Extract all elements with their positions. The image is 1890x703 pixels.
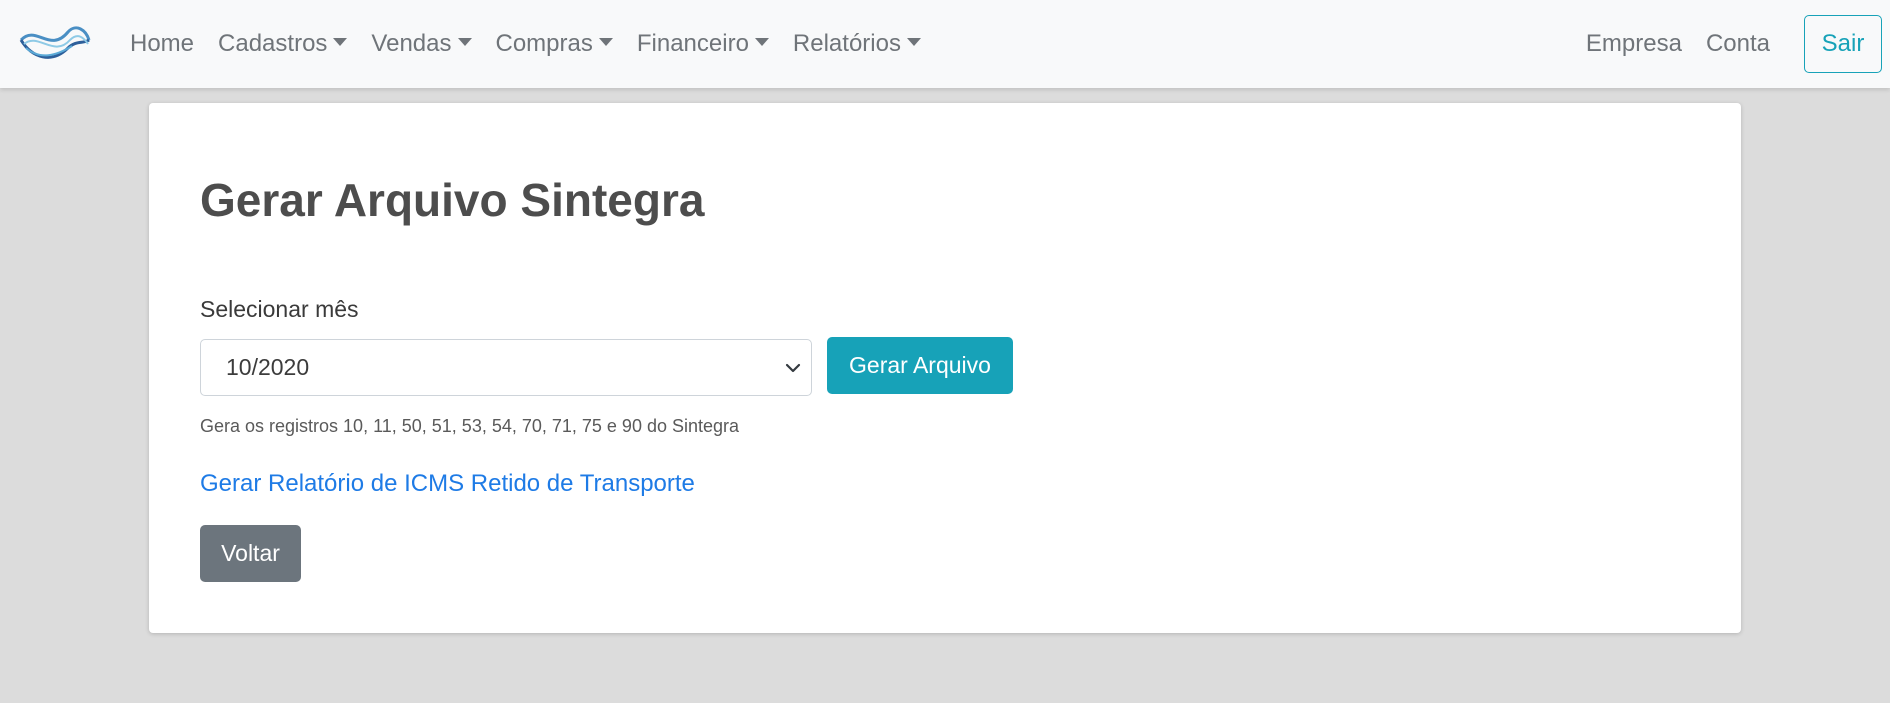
nav-vendas-label: Vendas bbox=[371, 30, 452, 57]
main-menu: Home Cadastros Vendas Compras Financeiro… bbox=[118, 0, 933, 88]
nav-financeiro[interactable]: Financeiro bbox=[625, 30, 781, 58]
month-select-label: Selecionar mês bbox=[200, 296, 359, 322]
nav-vendas[interactable]: Vendas bbox=[359, 30, 483, 58]
month-select[interactable]: 10/2020 bbox=[200, 339, 812, 396]
chevron-down-icon bbox=[785, 363, 801, 373]
sintegra-card: Gerar Arquivo Sintegra Selecionar mês 10… bbox=[149, 103, 1741, 633]
top-navbar: Home Cadastros Vendas Compras Financeiro… bbox=[0, 0, 1890, 88]
nav-conta[interactable]: Conta bbox=[1694, 30, 1782, 58]
caret-down-icon bbox=[754, 38, 769, 46]
wave-logo-icon[interactable] bbox=[18, 18, 92, 68]
nav-relatorios-label: Relatórios bbox=[792, 30, 901, 57]
help-text: Gera os registros 10, 11, 50, 51, 53, 54… bbox=[200, 416, 740, 436]
nav-home-label: Home bbox=[130, 30, 195, 57]
generate-file-button[interactable]: Gerar Arquivo bbox=[827, 337, 1013, 394]
back-button[interactable]: Voltar bbox=[200, 525, 301, 582]
caret-down-icon bbox=[333, 38, 348, 46]
caret-down-icon bbox=[457, 38, 472, 46]
nav-cadastros[interactable]: Cadastros bbox=[206, 30, 359, 58]
logout-button[interactable]: Sair bbox=[1804, 15, 1882, 73]
icms-report-link[interactable]: Gerar Relatório de ICMS Retido de Transp… bbox=[200, 470, 695, 498]
caret-down-icon bbox=[906, 38, 921, 46]
nav-financeiro-label: Financeiro bbox=[636, 30, 749, 57]
nav-cadastros-label: Cadastros bbox=[218, 30, 328, 57]
nav-compras[interactable]: Compras bbox=[484, 30, 625, 58]
nav-relatorios[interactable]: Relatórios bbox=[781, 30, 933, 58]
nav-compras-label: Compras bbox=[495, 30, 593, 57]
page-title: Gerar Arquivo Sintegra bbox=[200, 174, 705, 226]
nav-empresa[interactable]: Empresa bbox=[1574, 30, 1694, 58]
month-select-value: 10/2020 bbox=[226, 354, 310, 380]
caret-down-icon bbox=[598, 38, 613, 46]
nav-home[interactable]: Home bbox=[118, 30, 206, 58]
account-menu: Empresa Conta Sair bbox=[1574, 0, 1890, 88]
